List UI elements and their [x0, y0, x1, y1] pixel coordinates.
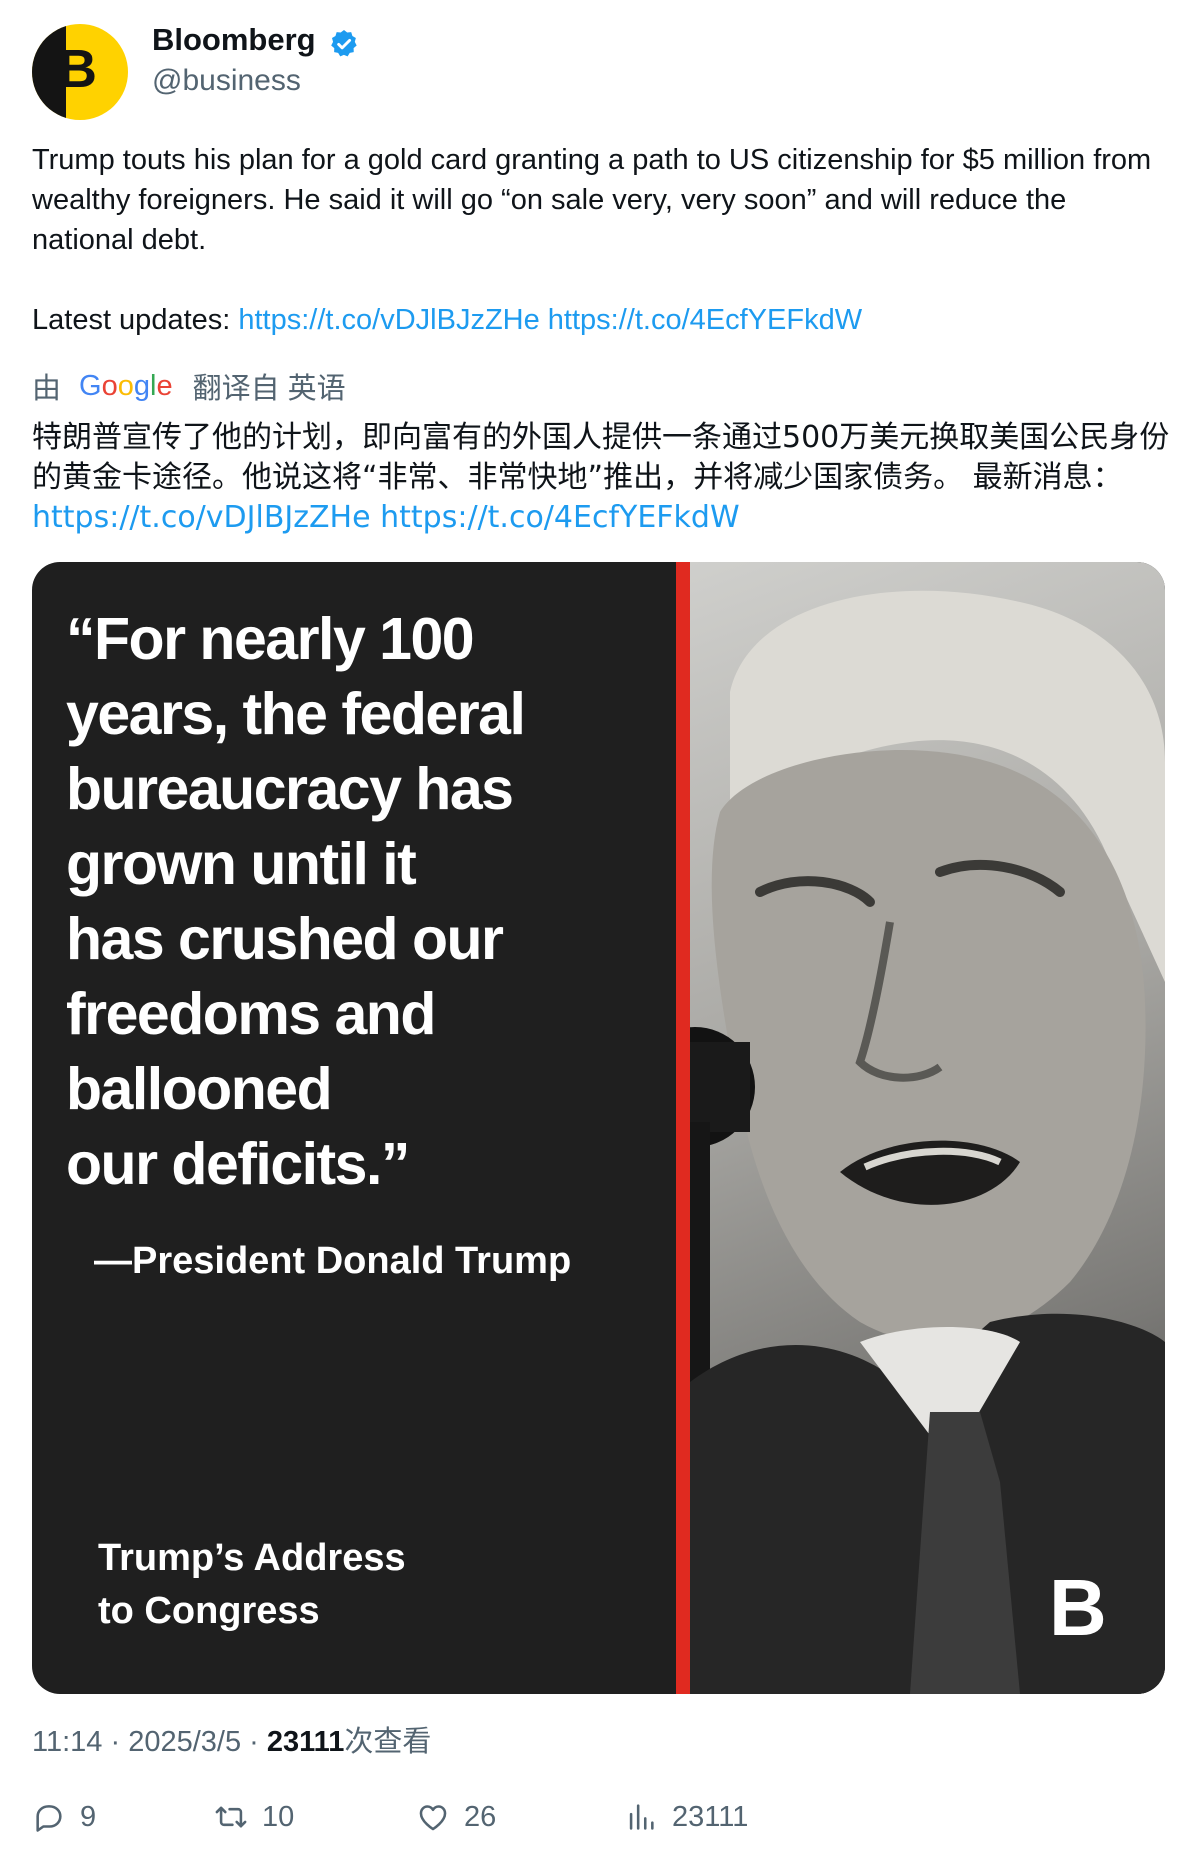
heart-icon	[419, 1805, 447, 1831]
speaker-photo-illustration	[690, 590, 1165, 1694]
meta-separator: ·	[241, 1726, 267, 1758]
tweet-date[interactable]: 2025/3/5	[128, 1726, 241, 1758]
translate-prefix: 由	[32, 373, 62, 405]
speaker-photo	[690, 562, 1165, 1694]
google-logo: Google	[79, 369, 173, 402]
tweet-updates-line: Latest updates: https://t.co/vDJlBJzZHe …	[32, 300, 862, 340]
retweet-count: 10	[262, 1800, 295, 1833]
media-red-divider	[676, 562, 690, 1694]
tweet-text: Trump touts his plan for a gold card gra…	[32, 144, 1152, 256]
translated-text: 特朗普宣传了他的计划，即向富有的外国人提供一条通过500万美元换取美国公民身份的…	[32, 420, 1170, 495]
media-attribution: —President Donald Trump	[94, 1240, 572, 1282]
translation-attribution[interactable]: 由 Google 翻译自 英语	[32, 366, 346, 406]
like-count: 26	[464, 1800, 497, 1833]
verified-badge-icon	[331, 30, 357, 57]
tweet-link-2[interactable]: https://t.co/4EcfYEFkdW	[548, 304, 862, 336]
media-event-title: Trump’s Address to Congress	[98, 1537, 406, 1632]
tweet-actions-bar: 9 10 26 23111	[32, 1800, 1162, 1850]
tweet-time[interactable]: 11:14	[32, 1726, 102, 1758]
tweet-media-image[interactable]: “For nearly 100 years, the federal burea…	[32, 562, 1165, 1694]
translated-link-1[interactable]: https://t.co/vDJlBJzZHe	[32, 500, 371, 535]
views-label: 次查看	[344, 1726, 432, 1758]
translated-link-2[interactable]: https://t.co/4EcfYEFkdW	[380, 500, 740, 535]
views-button[interactable]: 23111	[624, 1800, 748, 1834]
tweet-meta: 11:14 · 2025/3/5 · 23111次查看	[32, 1718, 431, 1760]
avatar-letter: B	[58, 39, 97, 99]
like-button[interactable]: 26	[416, 1800, 496, 1834]
author-handle[interactable]: @business	[152, 64, 301, 98]
reply-count: 9	[80, 1800, 97, 1833]
bar-chart-icon	[629, 1804, 654, 1830]
views-count: 23111	[266, 1726, 345, 1758]
avatar[interactable]: B	[32, 24, 128, 120]
translate-suffix: 翻译自 英语	[192, 373, 346, 405]
translated-text-block: 特朗普宣传了他的计划，即向富有的外国人提供一条通过500万美元换取美国公民身份的…	[32, 418, 1172, 538]
tweet-link-1[interactable]: https://t.co/vDJlBJzZHe	[238, 304, 539, 336]
meta-separator: ·	[102, 1726, 129, 1758]
retweet-button[interactable]: 10	[214, 1800, 294, 1834]
retweet-icon	[215, 1806, 247, 1828]
reply-icon	[36, 1805, 62, 1832]
updates-label: Latest updates:	[32, 304, 239, 336]
media-quote: “For nearly 100 years, the federal burea…	[66, 606, 526, 1197]
author-name[interactable]: Bloomberg	[152, 22, 316, 58]
bloomberg-logo: B	[1049, 1563, 1107, 1652]
reply-button[interactable]: 9	[32, 1800, 96, 1834]
views-action-count: 23111	[672, 1800, 749, 1833]
